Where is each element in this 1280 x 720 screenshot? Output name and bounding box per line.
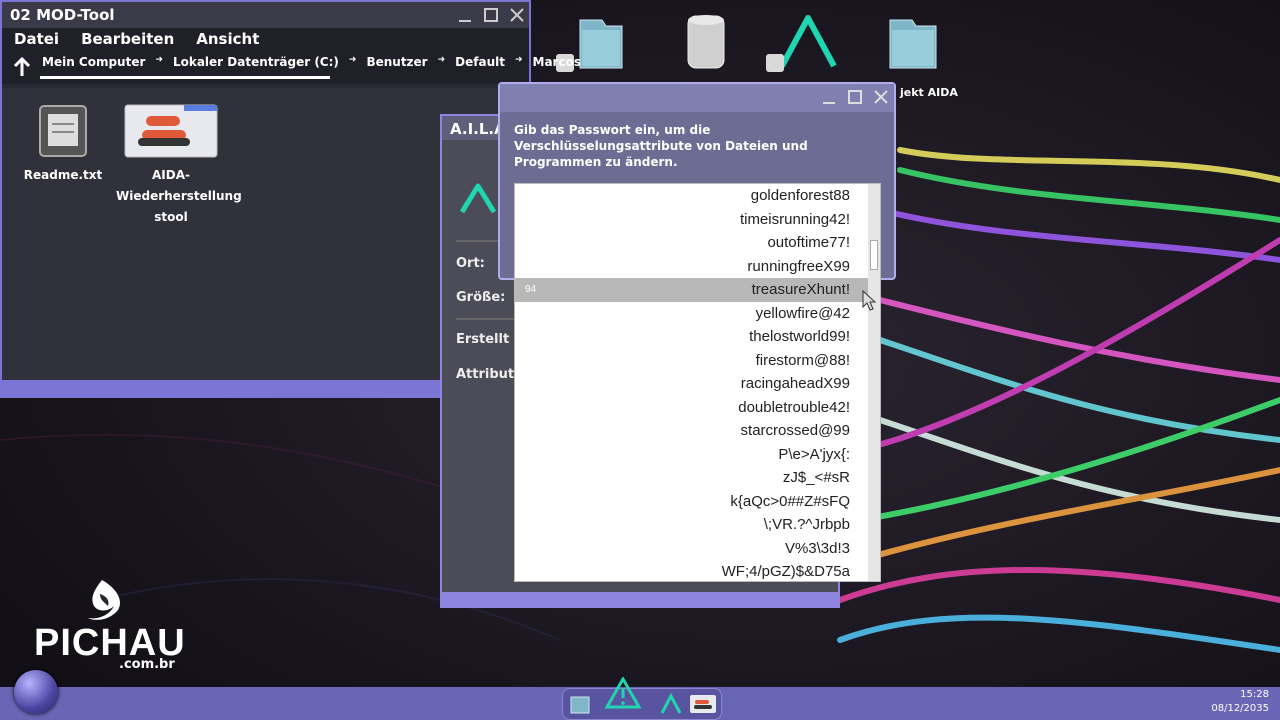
path-bar: Mein Computer ➜ Lokaler Datenträger (C:)…: [2, 50, 581, 84]
close-icon[interactable]: [508, 6, 526, 24]
list-item[interactable]: yellowfire@42: [515, 302, 880, 326]
scrollbar-thumb[interactable]: [870, 240, 878, 270]
list-item[interactable]: runningfreeX99: [515, 255, 880, 279]
row-index: 94: [525, 284, 537, 295]
list-item[interactable]: V%3\3d!3: [515, 537, 880, 561]
file-label-line: AIDA-: [152, 168, 190, 182]
menu-bar: Datei Bearbeiten Ansicht: [2, 28, 529, 50]
minimize-icon[interactable]: [456, 6, 474, 24]
breadcrumb-item[interactable]: Marcos: [533, 55, 581, 69]
taskbar-dock: [562, 677, 722, 720]
list-item[interactable]: outoftime77!: [515, 231, 880, 255]
up-arrow-icon[interactable]: [12, 56, 32, 78]
list-item[interactable]: racingaheadX99: [515, 372, 880, 396]
warning-triangle-icon[interactable]: [605, 677, 641, 709]
brand-domain: .com.br: [119, 657, 175, 672]
desktop-icon-label: jekt AIDA: [900, 86, 958, 99]
aila-logo-icon: [459, 183, 497, 214]
app-window-icon: [124, 104, 218, 158]
maximize-icon[interactable]: [846, 88, 864, 106]
divider: [456, 318, 516, 320]
file-label: Readme.txt: [23, 168, 103, 182]
maximize-icon[interactable]: [482, 6, 500, 24]
list-item[interactable]: firestorm@88!: [515, 349, 880, 373]
dialog-message: Gib das Passwort ein, um die Verschlüsse…: [514, 123, 808, 169]
clock-time: 15:28: [1240, 689, 1269, 700]
menu-bearbeiten[interactable]: Bearbeiten: [81, 30, 174, 48]
label-groesse: Größe:: [456, 290, 506, 305]
breadcrumb-separator-icon: ➜: [437, 55, 446, 65]
list-item-selected[interactable]: 94 treasureXhunt!: [515, 278, 880, 302]
breadcrumb: Mein Computer ➜ Lokaler Datenträger (C:)…: [42, 55, 591, 69]
list-item[interactable]: zJ$_<#sR: [515, 466, 880, 490]
file-label-line: Wiederherstellung: [116, 189, 242, 203]
trash-icon[interactable]: [676, 12, 742, 74]
password-dropdown-list[interactable]: goldenforest88 timeisrunning42! outoftim…: [514, 183, 881, 582]
list-item[interactable]: P\e>A'jyx{:: [515, 443, 880, 467]
list-item[interactable]: \;VR.?^Jrbpb: [515, 513, 880, 537]
breadcrumb-separator-icon: ➜: [155, 55, 163, 65]
breadcrumb-separator-icon: ➜: [514, 55, 523, 65]
clock-date: 08/12/2035: [1211, 703, 1269, 714]
label-ort: Ort:: [456, 256, 485, 271]
shortcut-arrow-icon: [766, 54, 784, 72]
list-item[interactable]: k{aQc>0##Z#sFQ: [515, 490, 880, 514]
mouse-cursor-icon: [862, 290, 876, 311]
file-aida-tool[interactable]: AIDA- Wiederherstellung stool: [116, 104, 242, 228]
list-item[interactable]: doubletrouble42!: [515, 396, 880, 420]
list-item[interactable]: starcrossed@99: [515, 419, 880, 443]
scrollbar[interactable]: [868, 184, 880, 581]
breadcrumb-item[interactable]: Lokaler Datenträger (C:): [173, 55, 339, 69]
minimize-icon[interactable]: [820, 88, 838, 106]
breadcrumb-item[interactable]: Mein Computer: [42, 55, 145, 69]
list-item[interactable]: thelostworld99!: [515, 325, 880, 349]
app-window-icon[interactable]: [689, 694, 717, 714]
menu-ansicht[interactable]: Ansicht: [196, 30, 259, 48]
list-item[interactable]: timeisrunning42!: [515, 208, 880, 232]
breadcrumb-item[interactable]: Default: [455, 55, 505, 69]
aila-window-footer: [442, 592, 838, 606]
file-readme[interactable]: Readme.txt: [8, 104, 118, 186]
list-item-label: treasureXhunt!: [751, 281, 850, 298]
dialog-titlebar[interactable]: [500, 84, 894, 112]
list-item[interactable]: WF;4/pGZ)$&D75a: [515, 560, 880, 581]
folder-icon[interactable]: [884, 12, 950, 74]
window-titlebar[interactable]: 02 MOD-Tool: [2, 2, 529, 28]
breadcrumb-item[interactable]: Benutzer: [366, 55, 427, 69]
window-title: 02 MOD-Tool: [10, 6, 115, 24]
file-label-line: stool: [154, 210, 188, 224]
list-item[interactable]: goldenforest88: [515, 184, 880, 208]
breadcrumb-separator-icon: ➜: [348, 55, 357, 65]
start-button[interactable]: [14, 670, 58, 714]
text-file-icon: [39, 105, 87, 157]
system-clock[interactable]: 15:28 08/12/2035: [1211, 688, 1269, 716]
close-icon[interactable]: [872, 88, 890, 106]
aila-logo-icon[interactable]: [766, 12, 840, 74]
folder-icon[interactable]: [569, 693, 591, 715]
aila-logo-icon[interactable]: [659, 693, 683, 715]
pichau-logo-icon: [88, 580, 121, 620]
menu-datei[interactable]: Datei: [14, 30, 59, 48]
path-underline: [40, 76, 330, 79]
